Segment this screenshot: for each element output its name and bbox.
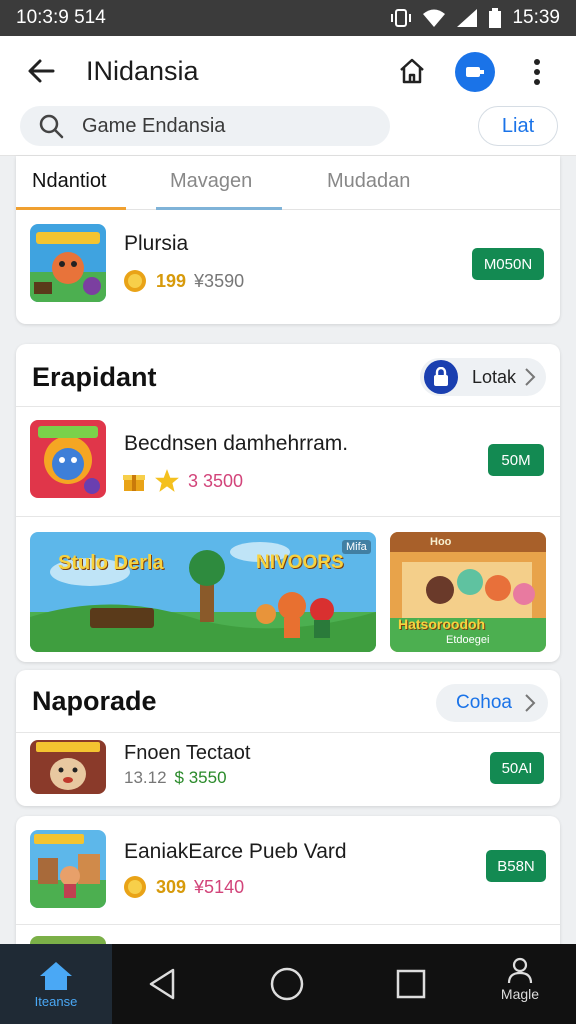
- game-thumbnail: [30, 420, 106, 498]
- battery-icon: [489, 8, 502, 28]
- cohoa-label: Cohoa: [456, 692, 512, 713]
- chevron-right-icon: [525, 694, 536, 712]
- section-title: Erapidant: [32, 362, 157, 392]
- game-thumbnail: [30, 830, 106, 908]
- item-rating: 309: [156, 876, 187, 897]
- list-item[interactable]: Plursia 199 ¥3590 M050N: [16, 210, 560, 324]
- tabs-card: Ndantiot Mavagen Mudadan Plursia 199 ¥35…: [16, 156, 560, 324]
- home-icon: [40, 961, 72, 990]
- list-item[interactable]: Becdnsen damhehrram. 3 3500 50M: [16, 406, 560, 516]
- triangle-back-icon: [149, 968, 175, 1000]
- item-meta: 199 ¥3590: [122, 268, 244, 294]
- banner-title: Stulo Derla: [58, 552, 164, 574]
- chevron-right-icon: [525, 368, 536, 386]
- gift-icon: [123, 475, 145, 491]
- person-icon: [507, 957, 533, 984]
- promo-banner[interactable]: Hoo Hatsoroodoh Etdoegei: [390, 532, 546, 652]
- nav-recents-button[interactable]: [389, 962, 433, 1006]
- divider: [16, 516, 560, 517]
- divider: [16, 924, 560, 925]
- back-button[interactable]: [24, 54, 58, 88]
- account-switch-icon: [466, 67, 484, 77]
- item-title: EaniakEarce Pueb Vard: [124, 840, 347, 863]
- search-icon: [39, 114, 64, 139]
- banner-subtitle: Etdoegei: [446, 634, 490, 646]
- game-thumbnail: [30, 740, 106, 794]
- item-meta-number: 13.12: [124, 768, 167, 787]
- banner-tag: Mifa: [342, 540, 371, 554]
- nav-profile[interactable]: Magle: [480, 956, 560, 1016]
- status-bar: 10:3:9 514 15:39: [0, 0, 576, 36]
- tab-mudadan[interactable]: Mudadan: [327, 170, 410, 193]
- item-meta: 13.12 $ 3550: [124, 768, 227, 788]
- item-title: Fnoen Tectaot: [124, 742, 251, 764]
- coin-icon: [124, 270, 146, 292]
- liat-button[interactable]: Liat: [478, 106, 558, 146]
- section-title: Naporade: [32, 686, 157, 716]
- square-recents-icon: [396, 969, 426, 999]
- list-card: EaniakEarce Pueb Vard 309 ¥5140 B58N: [16, 816, 560, 956]
- item-price: 3 3500: [188, 470, 244, 491]
- nav-home[interactable]: Iteanse: [0, 944, 112, 1024]
- banner-title: Hatsoroodoh: [398, 616, 486, 632]
- item-meta: 3 3500: [122, 468, 243, 494]
- banner-subtitle: NIVOORS: [256, 552, 344, 573]
- nav-home-button[interactable]: [265, 962, 309, 1006]
- item-price: ¥3590: [194, 270, 245, 291]
- nav-back-button[interactable]: [140, 962, 184, 1006]
- item-rating: 199: [156, 270, 187, 291]
- item-meta: 309 ¥5140: [122, 874, 244, 900]
- arrow-left-icon: [28, 59, 55, 83]
- vibrate-icon: [391, 9, 412, 27]
- tab-mavagen[interactable]: Mavagen: [170, 170, 252, 193]
- wifi-icon: [423, 9, 446, 27]
- status-time: 10:3:9 514: [16, 7, 106, 28]
- tab-ndantiot[interactable]: Ndantiot: [32, 170, 107, 193]
- cohoa-button[interactable]: Cohoa: [436, 684, 548, 722]
- item-title: Becdnsen damhehrram.: [124, 432, 349, 455]
- lotak-label: Lotak: [472, 366, 517, 387]
- search-input[interactable]: Game Endansia: [82, 115, 225, 138]
- tab-bar: Ndantiot Mavagen Mudadan: [16, 156, 560, 210]
- bottom-navigation: Iteanse Magle: [0, 944, 576, 1024]
- status-clock: 15:39: [512, 7, 560, 28]
- banner-tag: Hoo: [430, 536, 452, 548]
- buy-button[interactable]: M050N: [472, 248, 544, 280]
- star-icon: [155, 469, 179, 492]
- signal-icon: [457, 9, 478, 27]
- buy-button[interactable]: 50AI: [490, 752, 544, 784]
- item-title: Plursia: [124, 232, 189, 255]
- page-title: INidansia: [86, 56, 199, 86]
- list-item[interactable]: EaniakEarce Pueb Vard 309 ¥5140 B58N: [16, 816, 560, 926]
- more-vert-icon: [534, 59, 540, 85]
- coin-icon: [124, 876, 146, 898]
- circle-home-icon: [270, 967, 304, 1001]
- game-thumbnail: [30, 224, 106, 302]
- lotak-button[interactable]: Lotak: [420, 358, 546, 396]
- section-naporade: Naporade Cohoa Fnoen Tectaot 13.12 $ 355…: [16, 670, 560, 806]
- app-bar: INidansia Game Endansia Liat: [0, 36, 576, 156]
- status-icons: 15:39: [390, 7, 560, 29]
- home-button[interactable]: [394, 53, 430, 89]
- list-item[interactable]: Fnoen Tectaot 13.12 $ 3550 50AI: [16, 732, 560, 806]
- lock-icon: [424, 360, 458, 394]
- buy-button[interactable]: B58N: [486, 850, 546, 882]
- nav-profile-label: Magle: [500, 986, 540, 1002]
- home-icon: [400, 58, 424, 84]
- item-price: $ 3550: [174, 768, 227, 787]
- buy-button[interactable]: 50M: [488, 444, 544, 476]
- item-price: ¥5140: [194, 876, 245, 897]
- nav-home-label: Iteanse: [34, 993, 78, 1009]
- search-bar[interactable]: Game Endansia: [20, 106, 390, 146]
- account-button[interactable]: [455, 52, 495, 92]
- section-erapidant: Erapidant Lotak Becdnsen damhehrram. 3 3…: [16, 344, 560, 662]
- promo-banner[interactable]: Stulo Derla NIVOORS Mifa: [30, 532, 376, 652]
- more-options-button[interactable]: [524, 54, 550, 90]
